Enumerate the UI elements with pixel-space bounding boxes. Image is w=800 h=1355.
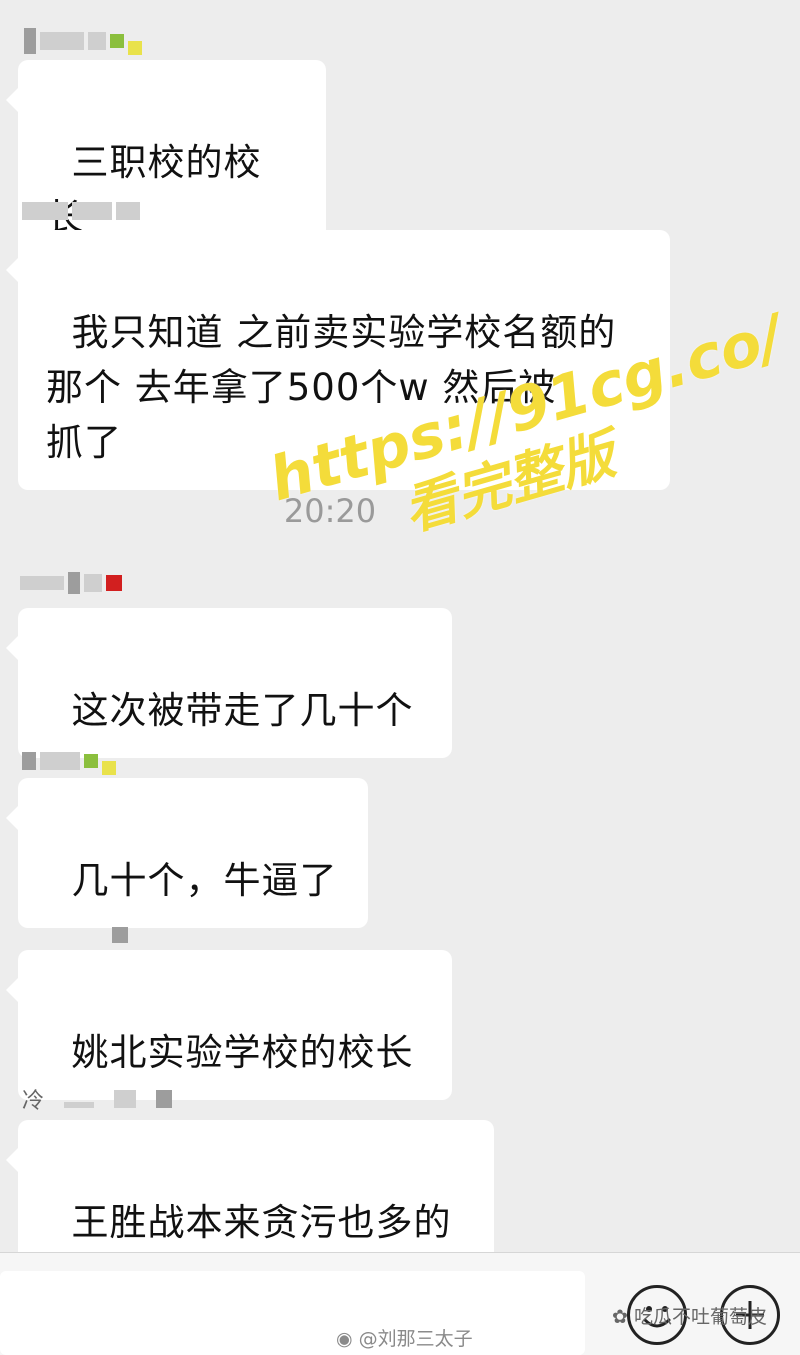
blurred-name-pixel xyxy=(40,752,80,770)
blurred-name-pixel xyxy=(64,1102,95,1108)
message-text: 三职校的校长 xyxy=(46,141,262,239)
blurred-name-pixel xyxy=(72,202,112,220)
sender-avatar-name[interactable] xyxy=(22,198,140,224)
blurred-name-pixel xyxy=(116,202,140,220)
blurred-name-pixel xyxy=(88,32,106,50)
blurred-name-pixel xyxy=(110,34,124,48)
message-text: 这次被带走了几十个 xyxy=(71,689,414,732)
message-bubble[interactable]: 姚北实验学校的校长 xyxy=(6,950,452,1100)
sender-avatar-name[interactable] xyxy=(20,570,122,596)
blurred-name-pixel xyxy=(40,32,84,50)
wechat-credit-text: 吃瓜不吐葡萄皮 xyxy=(633,1306,767,1328)
weibo-credit-text: @刘那三太子 xyxy=(358,1328,473,1350)
message-text: 几十个，牛逼了 xyxy=(71,859,338,902)
blurred-name-pixel xyxy=(156,1090,173,1108)
blurred-name-pixel xyxy=(128,41,142,55)
sender-avatar-name[interactable] xyxy=(112,922,128,948)
blurred-name-pixel xyxy=(84,574,102,592)
message-text: 王胜战本来贪污也多的 xyxy=(71,1201,452,1244)
blurred-name-pixel xyxy=(102,761,116,775)
rose-icon xyxy=(106,575,122,591)
wechat-logo-icon: ✿ xyxy=(612,1306,628,1328)
message-bubble[interactable]: 几十个，牛逼了 xyxy=(6,778,368,928)
sender-avatar-name[interactable] xyxy=(22,748,116,775)
weibo-logo-icon: ◉ xyxy=(336,1328,353,1350)
message-bubble[interactable]: 王胜战本来贪污也多的 xyxy=(6,1120,494,1270)
message-bubble[interactable]: 这次被带走了几十个 xyxy=(6,608,452,758)
blurred-name-pixel xyxy=(84,754,98,768)
sender-name-fragment: 冷 xyxy=(22,1089,45,1114)
weibo-credit: ◉ @刘那三太子 xyxy=(336,1324,473,1351)
blurred-name-pixel xyxy=(22,202,68,220)
blurred-name-pixel xyxy=(112,927,128,943)
message-input[interactable] xyxy=(0,1271,585,1355)
blurred-name-pixel xyxy=(24,28,36,54)
blurred-name-pixel xyxy=(68,572,80,594)
wechat-credit: ✿ 吃瓜不吐葡萄皮 xyxy=(612,1302,767,1329)
blurred-name-pixel xyxy=(114,1090,137,1108)
sender-avatar-name[interactable] xyxy=(24,28,142,55)
sender-avatar-name[interactable]: 冷 xyxy=(22,1086,173,1114)
blurred-name-pixel xyxy=(20,576,64,590)
blurred-name-pixel xyxy=(22,752,36,770)
message-text: 姚北实验学校的校长 xyxy=(71,1031,414,1074)
